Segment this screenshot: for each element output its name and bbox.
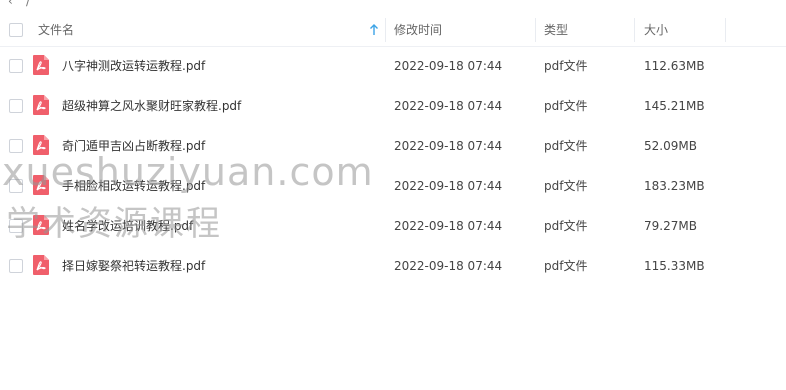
select-all-checkbox[interactable] [9,23,23,37]
pdf-file-icon [33,255,49,275]
file-size: 145.21MB [644,99,705,113]
column-header-name[interactable]: 文件名 [38,14,74,46]
column-header-type[interactable]: 类型 [544,14,568,46]
pdf-file-icon [33,55,49,75]
file-type: pdf文件 [544,179,588,193]
back-icon[interactable]: ‹ [8,0,13,8]
row-checkbox[interactable] [9,59,23,73]
file-size: 115.33MB [644,259,705,273]
table-row[interactable]: 超级神算之风水聚财旺家教程.pdf 2022-09-18 07:44 pdf文件 14… [0,86,786,126]
file-type: pdf文件 [544,259,588,273]
modified-time: 2022-09-18 07:44 [394,99,503,113]
row-checkbox[interactable] [9,259,23,273]
modified-time: 2022-09-18 07:44 [394,139,503,153]
file-size: 112.63MB [644,59,705,73]
modified-time: 2022-09-18 07:44 [394,59,503,73]
table-row[interactable]: 八字神测改运转运教程.pdf 2022-09-18 07:44 pdf文件 112.6… [0,46,786,86]
arrow-up-icon[interactable] [369,24,379,36]
modified-time: 2022-09-18 07:44 [394,179,503,193]
file-size: 52.09MB [644,139,697,153]
breadcrumb: ‹ / [0,0,786,14]
column-divider[interactable] [535,18,536,42]
column-divider[interactable] [725,18,726,42]
breadcrumb-separator: / [26,0,31,8]
file-type: pdf文件 [544,219,588,233]
file-name-link[interactable]: 超级神算之风水聚财旺家教程.pdf [62,86,241,126]
file-size: 79.27MB [644,219,697,233]
column-header-size[interactable]: 大小 [644,14,668,46]
table-header: 文件名 修改时间 类型 大小 [0,14,786,47]
table-row[interactable]: 择日嫁娶祭祀转运教程.pdf 2022-09-18 07:44 pdf文件 115.3… [0,246,786,286]
column-header-modified[interactable]: 修改时间 [394,14,442,46]
file-type: pdf文件 [544,99,588,113]
modified-time: 2022-09-18 07:44 [394,259,503,273]
watermark-title: 学术资源课程 [6,204,222,244]
watermark-url: xueshuziyuan.com [2,150,374,194]
file-name-link[interactable]: 择日嫁娶祭祀转运教程.pdf [62,246,205,286]
row-checkbox[interactable] [9,99,23,113]
modified-time: 2022-09-18 07:44 [394,219,503,233]
file-type: pdf文件 [544,139,588,153]
pdf-file-icon [33,95,49,115]
column-divider[interactable] [385,18,386,42]
column-divider[interactable] [634,18,635,42]
file-type: pdf文件 [544,59,588,73]
file-size: 183.23MB [644,179,705,193]
file-name-link[interactable]: 八字神测改运转运教程.pdf [62,46,205,86]
file-list-page: ‹ / 文件名 修改时间 类型 大小 八字神测改运转运教程.pdf 2022-09… [0,0,786,390]
